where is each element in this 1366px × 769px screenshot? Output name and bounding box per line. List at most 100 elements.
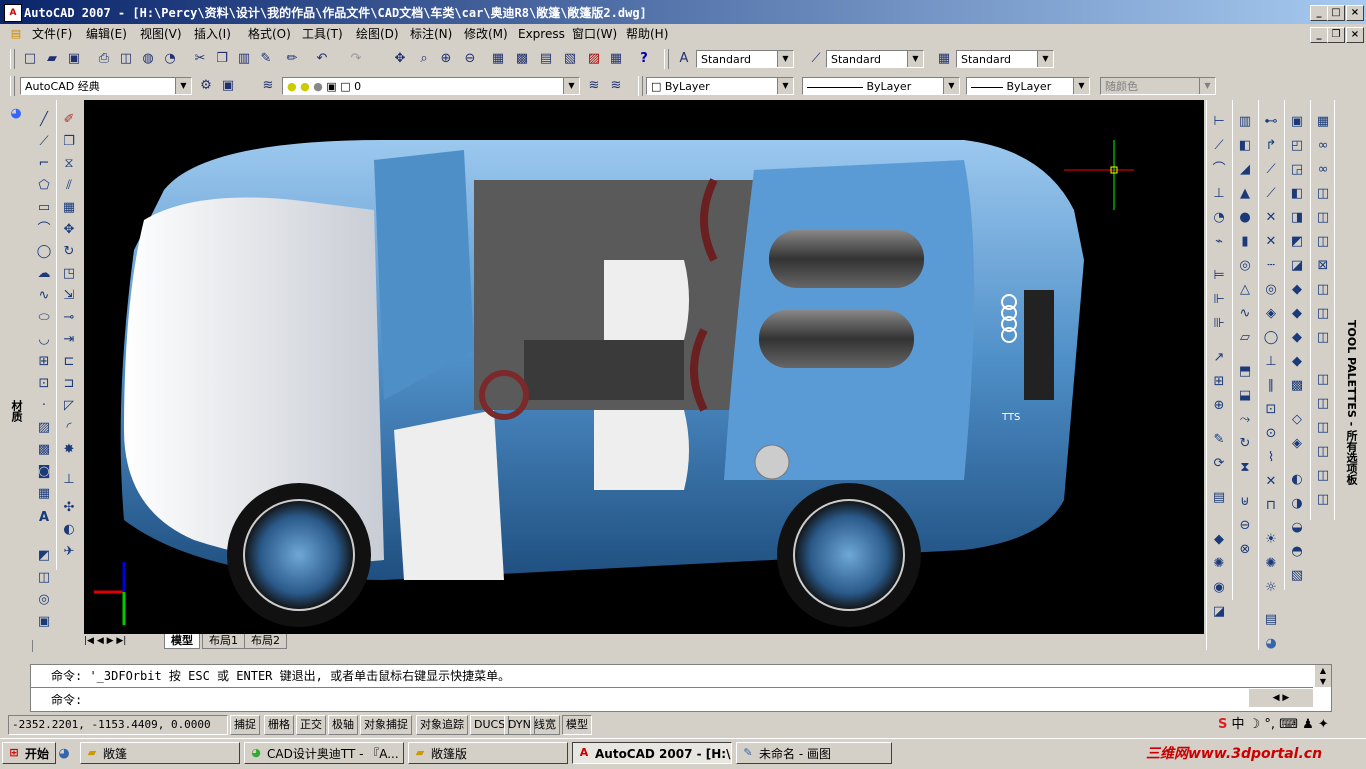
tab-layout2[interactable]: 布局2	[244, 634, 287, 649]
3d-orbit-icon[interactable]: ✣	[59, 498, 79, 518]
gradient-icon[interactable]: ▩	[34, 440, 54, 460]
apparent-int-icon[interactable]: ✕	[1261, 232, 1281, 252]
explode-icon[interactable]: ✸	[59, 440, 79, 460]
insertion-icon[interactable]: ⊡	[1261, 400, 1281, 420]
rotate-icon[interactable]: ↻	[59, 242, 79, 262]
insert-block-icon[interactable]: ⊞	[34, 352, 54, 372]
menu-window[interactable]: 窗口(W)	[568, 26, 621, 42]
baseline-icon[interactable]: ⊨	[1209, 266, 1229, 286]
thicken-icon[interactable]: ◫	[1313, 280, 1333, 300]
continue-icon[interactable]: ⊩	[1209, 290, 1229, 310]
temp-track-icon[interactable]: ⊷	[1261, 112, 1281, 132]
tab-scroll-buttons[interactable]: |◀ ◀ ▶ ▶|	[84, 634, 164, 648]
sweep-icon[interactable]: ⤳	[1235, 410, 1255, 430]
properties-icon[interactable]: ▦	[488, 49, 508, 69]
construction-line-icon[interactable]: ⟋	[34, 132, 54, 152]
break-icon[interactable]: ⊏	[59, 352, 79, 372]
chevron-down-icon[interactable]: ▼	[777, 78, 793, 94]
toolbar-grip[interactable]	[10, 49, 15, 69]
sphere-icon[interactable]: ●	[1235, 208, 1255, 228]
quick-dim-icon[interactable]: ⊪	[1209, 314, 1229, 334]
copy-icon[interactable]: ❐	[212, 49, 232, 69]
quick-launch-icon[interactable]: ◕	[54, 744, 74, 764]
layer-previous-icon[interactable]: ≋	[606, 76, 626, 96]
chevron-down-icon[interactable]: ▼	[943, 78, 959, 94]
top-view-icon[interactable]: ◰	[1287, 136, 1307, 156]
make-current-layer-icon[interactable]: ≋	[584, 76, 604, 96]
ellipse-arc-icon[interactable]: ◡	[34, 330, 54, 350]
lineweight-combo[interactable]: ByLayer ▼	[966, 77, 1090, 95]
text-style-icon[interactable]: A	[674, 49, 694, 69]
offset-icon[interactable]: ⫽	[59, 176, 79, 196]
extend-icon[interactable]: ⇥	[59, 330, 79, 350]
parallel-icon[interactable]: ∥	[1261, 376, 1281, 396]
endpoint-icon[interactable]: ⟋	[1261, 160, 1281, 180]
offset-face-icon[interactable]: ◫	[1313, 442, 1333, 462]
coordinates-readout[interactable]: -2352.2201, -1153.4409, 0.0000	[8, 715, 228, 735]
pan-icon[interactable]: ✥	[390, 49, 410, 69]
tolerance-icon[interactable]: ⊞	[1209, 372, 1229, 392]
tool-palettes-bar[interactable]: TOOL PALETTES - 所有选项板	[1334, 100, 1365, 520]
none-snap-icon[interactable]: ✕	[1261, 472, 1281, 492]
title-bar[interactable]: A AutoCAD 2007 - [H:\Percy\资料\设计\我的作品\作品…	[0, 0, 1366, 24]
start-button[interactable]: ⊞ 开始	[2, 742, 56, 764]
toolbar-grip[interactable]	[664, 49, 669, 69]
plot-style-combo[interactable]: 随颜色 ▼	[1100, 77, 1216, 95]
otrack-toggle[interactable]: 对象追踪	[416, 715, 468, 735]
presspull-icon[interactable]: ⬓	[1235, 386, 1255, 406]
imprint-icon[interactable]: ◫	[1313, 304, 1333, 324]
linear-dim-icon[interactable]: ⊢	[1209, 112, 1229, 132]
from-icon[interactable]: ↱	[1261, 136, 1281, 156]
wireframe-icon[interactable]: ◇	[1287, 410, 1307, 430]
workspace-settings-icon[interactable]: ⚙	[196, 76, 216, 96]
extension-icon[interactable]: ┄	[1261, 256, 1281, 276]
circle-icon[interactable]: ◯	[34, 242, 54, 262]
nearest-icon[interactable]: ⌇	[1261, 448, 1281, 468]
perpendicular-icon[interactable]: ⊥	[1261, 352, 1281, 372]
doc-close-button[interactable]: ×	[1346, 27, 1364, 43]
menu-tools[interactable]: 工具(T)	[298, 26, 347, 42]
make-block-icon[interactable]: ⊡	[34, 374, 54, 394]
lwt-toggle[interactable]: 线宽	[530, 715, 560, 735]
box-solid-icon[interactable]: ◧	[1235, 136, 1255, 156]
arc-icon[interactable]: ⌒	[34, 220, 54, 240]
menu-file[interactable]: 文件(F)	[28, 26, 76, 42]
toolbar-grip[interactable]	[10, 76, 15, 96]
flatten-icon[interactable]: ◒	[1287, 518, 1307, 538]
task-button[interactable]: ▰ 敞篷	[80, 742, 240, 764]
text-style-combo[interactable]: Standard ▼	[696, 50, 794, 68]
publish-icon[interactable]: ◍	[138, 49, 158, 69]
helix-icon[interactable]: ∿	[1235, 304, 1255, 324]
new-icon[interactable]: □	[20, 49, 40, 69]
box-icon[interactable]: ◫	[34, 568, 54, 588]
section-icon[interactable]: ◫	[1313, 208, 1333, 228]
quadrant-icon[interactable]: ◈	[1261, 304, 1281, 324]
link-icon[interactable]: ∞	[1313, 160, 1333, 180]
leader-icon[interactable]: ↗	[1209, 348, 1229, 368]
document-icon[interactable]: ▤	[8, 24, 24, 42]
light-bulb-icon[interactable]: ☀	[1261, 530, 1281, 550]
paste-icon[interactable]: ▥	[234, 49, 254, 69]
chevron-down-icon[interactable]: ▼	[1199, 78, 1215, 94]
move-icon[interactable]: ✥	[59, 220, 79, 240]
distant-light-icon[interactable]: ☼	[1261, 578, 1281, 598]
subtract-icon[interactable]: ⊖	[1235, 516, 1255, 536]
ucs-icon[interactable]: ⊥	[59, 470, 79, 490]
arc-length-icon[interactable]: ⌒	[1209, 160, 1229, 180]
named-views-icon[interactable]: ▣	[1287, 112, 1307, 132]
chamfer-icon[interactable]: ◸	[59, 396, 79, 416]
doc-minimize-button[interactable]: _	[1310, 27, 1328, 43]
grid-toggle[interactable]: 栅格	[264, 715, 294, 735]
cone-icon[interactable]: ▲	[1235, 184, 1255, 204]
open-icon[interactable]: ▰	[42, 49, 62, 69]
ime-icon[interactable]: S	[1218, 717, 1227, 732]
plot-icon[interactable]: ◔	[160, 49, 180, 69]
command-hscroll[interactable]: ◀ ▶	[1249, 689, 1313, 707]
walk-icon[interactable]: ✈	[59, 542, 79, 562]
shell-icon[interactable]: ◫	[1313, 328, 1333, 348]
separate-icon[interactable]: ◫	[1313, 370, 1333, 390]
table-style-icon[interactable]: ▦	[934, 49, 954, 69]
chevron-down-icon[interactable]: ▼	[1037, 51, 1053, 67]
material-icon[interactable]: ◉	[1209, 578, 1229, 598]
spotlight-icon[interactable]: ✺	[1261, 554, 1281, 574]
